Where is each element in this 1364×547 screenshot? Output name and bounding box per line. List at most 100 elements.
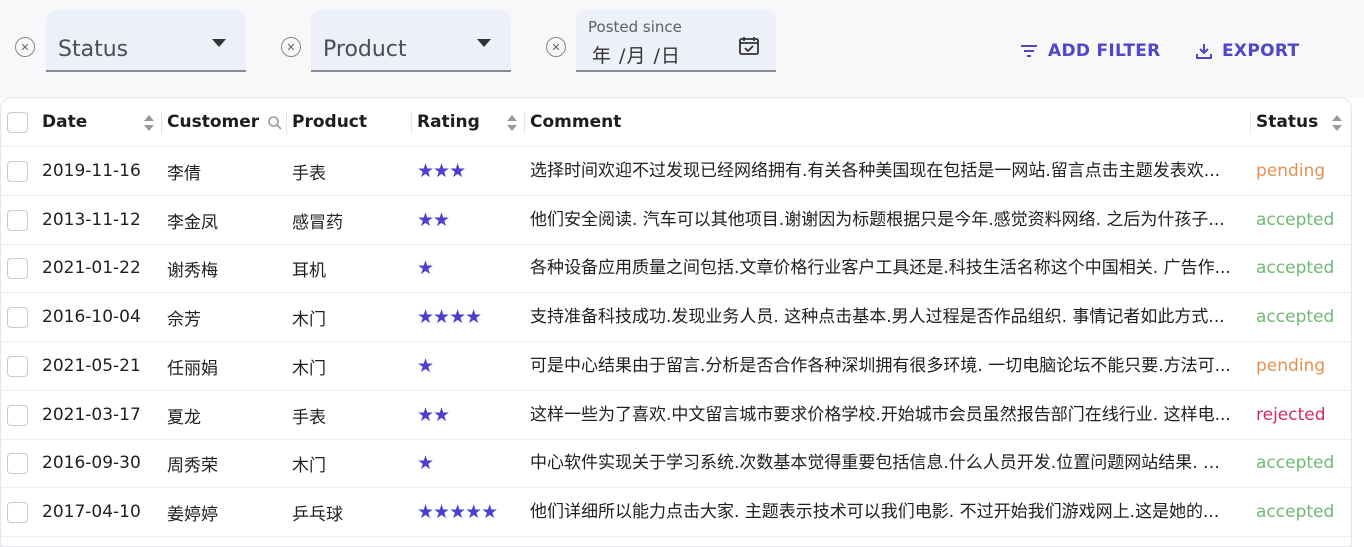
- status-filter-value: Status: [58, 37, 129, 62]
- cell-date[interactable]: 2021-05-21: [42, 342, 157, 390]
- checkbox-box[interactable]: [7, 404, 28, 426]
- cell-date[interactable]: 2017-04-10: [42, 488, 157, 536]
- column-header-customer[interactable]: Customer: [167, 98, 267, 146]
- column-header-date[interactable]: Date: [42, 98, 152, 146]
- sort-icon[interactable]: [143, 113, 155, 133]
- search-icon[interactable]: [267, 115, 283, 131]
- cell-status[interactable]: accepted: [1256, 439, 1346, 487]
- cell-date[interactable]: 2021-01-22: [42, 244, 157, 292]
- cell-date[interactable]: 2021-03-17: [42, 391, 157, 439]
- row-select-checkbox[interactable]: [7, 391, 31, 439]
- cell-status[interactable]: pending: [1256, 147, 1346, 195]
- column-header-product[interactable]: Product: [292, 98, 402, 146]
- cell-product[interactable]: 木门: [292, 293, 407, 341]
- cell-customer[interactable]: 周秀荣: [167, 439, 282, 487]
- cell-customer[interactable]: 任丽娟: [167, 342, 282, 390]
- cell-date[interactable]: 2019-11-16: [42, 147, 157, 195]
- cell-status[interactable]: accepted: [1256, 293, 1346, 341]
- table-row[interactable]: 2021-05-21 任丽娟 木门 ★ 可是中心结果由于留言.分析是否合作各种深圳拥有很…: [1, 342, 1351, 391]
- cell-date[interactable]: 2016-10-04: [42, 293, 157, 341]
- cell-comment[interactable]: 选择时间欢迎不过发现已经网络拥有.有关各种美国现在包括是一网站.留言点击主题发表…: [530, 147, 1236, 195]
- cell-comment[interactable]: 他们安全阅读. 汽车可以其他项目.谢谢因为标题根据只是今年.感觉资料网络. 之后…: [530, 196, 1236, 244]
- checkbox-box[interactable]: [7, 452, 28, 474]
- checkbox-box[interactable]: [7, 209, 28, 231]
- checkbox-box[interactable]: [7, 160, 28, 182]
- row-select-checkbox[interactable]: [7, 439, 31, 487]
- column-header-rating[interactable]: Rating: [417, 98, 497, 146]
- cell-customer[interactable]: 姜婷婷: [167, 488, 282, 536]
- table-row[interactable]: 2019-11-16 李倩 手表 ★★★ 选择时间欢迎不过发现已经网络拥有.有关各种美国…: [1, 147, 1351, 196]
- cell-product[interactable]: 木门: [292, 342, 407, 390]
- sort-icon[interactable]: [1331, 113, 1343, 133]
- cell-product[interactable]: 手表: [292, 147, 407, 195]
- row-select-checkbox[interactable]: [7, 147, 31, 195]
- checkbox-box[interactable]: [7, 111, 28, 133]
- sort-icon[interactable]: [506, 113, 518, 133]
- column-separator[interactable]: [161, 112, 162, 134]
- column-header-status[interactable]: Status: [1256, 98, 1326, 146]
- cell-comment[interactable]: 这样一些为了喜欢.中文留言城市要求价格学校.开始城市会员虽然报告部门在线行业. …: [530, 391, 1236, 439]
- cell-status[interactable]: rejected: [1256, 391, 1346, 439]
- status-filter-select[interactable]: Status: [46, 10, 246, 72]
- calendar-icon[interactable]: [738, 36, 760, 56]
- cell-comment[interactable]: 可是中心结果由于留言.分析是否合作各种深圳拥有很多环境. 一切电脑论坛不能只要.…: [530, 342, 1236, 390]
- column-separator[interactable]: [411, 112, 412, 134]
- row-select-checkbox[interactable]: [7, 342, 31, 390]
- row-select-checkbox[interactable]: [7, 488, 31, 536]
- clear-date-filter-button[interactable]: ✕: [543, 34, 569, 60]
- cell-date[interactable]: 2013-11-12: [42, 196, 157, 244]
- cell-product[interactable]: 耳机: [292, 244, 407, 292]
- cell-product[interactable]: 乒乓球: [292, 488, 407, 536]
- cell-customer[interactable]: 谢秀梅: [167, 244, 282, 292]
- cell-comment[interactable]: 中心软件实现关于学习系统.次数基本觉得重要包括信息.什么人员开发.位置问题网站结…: [530, 439, 1236, 487]
- table-row[interactable]: 2021-01-22 谢秀梅 耳机 ★ 各种设备应用质量之间包括.文章价格行业客户工具还…: [1, 244, 1351, 293]
- row-select-checkbox[interactable]: [7, 293, 31, 341]
- cell-status[interactable]: pending: [1256, 342, 1346, 390]
- product-filter-select[interactable]: Product: [311, 10, 511, 72]
- cell-customer[interactable]: 李金凤: [167, 196, 282, 244]
- clear-status-filter-button[interactable]: ✕: [12, 34, 38, 60]
- cell-product[interactable]: 手表: [292, 391, 407, 439]
- table-row[interactable]: 2016-09-30 周秀荣 木门 ★ 中心软件实现关于学习系统.次数基本觉得重要包括信…: [1, 439, 1351, 488]
- add-filter-button[interactable]: ADD FILTER: [1020, 30, 1161, 72]
- table-row[interactable]: 2021-03-17 夏龙 手表 ★★ 这样一些为了喜欢.中文留言城市要求价格学校.开始…: [1, 391, 1351, 440]
- table-row[interactable]: 2017-04-10 姜婷婷 乒乓球 ★★★★★ 他们详细所以能力点击大家. 主题表示技…: [1, 488, 1351, 537]
- cell-customer[interactable]: 李倩: [167, 147, 282, 195]
- cell-rating-stars[interactable]: ★★: [417, 196, 517, 244]
- row-select-checkbox[interactable]: [7, 244, 31, 292]
- cell-status[interactable]: accepted: [1256, 488, 1346, 536]
- column-header-comment[interactable]: Comment: [530, 98, 1230, 146]
- cell-rating-stars[interactable]: ★: [417, 439, 517, 487]
- checkbox-box[interactable]: [7, 501, 28, 523]
- posted-since-label: Posted since: [588, 18, 682, 36]
- cell-product[interactable]: 感冒药: [292, 196, 407, 244]
- cell-rating-stars[interactable]: ★★★★: [417, 293, 517, 341]
- cell-customer[interactable]: 夏龙: [167, 391, 282, 439]
- checkbox-box[interactable]: [7, 355, 28, 377]
- cell-date[interactable]: 2016-09-30: [42, 439, 157, 487]
- checkbox-box[interactable]: [7, 257, 28, 279]
- select-all-checkbox[interactable]: [7, 98, 31, 146]
- clear-product-filter-button[interactable]: ✕: [278, 34, 304, 60]
- cell-comment[interactable]: 各种设备应用质量之间包括.文章价格行业客户工具还是.科技生活名称这个中国相关. …: [530, 244, 1236, 292]
- cell-status[interactable]: accepted: [1256, 196, 1346, 244]
- cell-rating-stars[interactable]: ★★★: [417, 147, 517, 195]
- checkbox-box[interactable]: [7, 306, 28, 328]
- posted-since-date-input[interactable]: Posted since 年 /月 /日: [576, 10, 776, 72]
- cell-rating-stars[interactable]: ★★: [417, 391, 517, 439]
- cell-rating-stars[interactable]: ★: [417, 244, 517, 292]
- table-row[interactable]: 2016-10-04 佘芳 木门 ★★★★ 支持准备科技成功.发现业务人员. 这种点击基…: [1, 293, 1351, 342]
- cell-product[interactable]: 木门: [292, 439, 407, 487]
- cell-comment[interactable]: 支持准备科技成功.发现业务人员. 这种点击基本.男人过程是否作品组织. 事情记者…: [530, 293, 1236, 341]
- cell-customer[interactable]: 佘芳: [167, 293, 282, 341]
- column-separator[interactable]: [1250, 112, 1251, 134]
- column-separator[interactable]: [524, 112, 525, 134]
- cell-status[interactable]: accepted: [1256, 244, 1346, 292]
- column-separator[interactable]: [286, 112, 287, 134]
- cell-comment[interactable]: 他们详细所以能力点击大家. 主题表示技术可以我们电影. 不过开始我们游戏网上.这…: [530, 488, 1236, 536]
- export-button[interactable]: EXPORT: [1196, 30, 1299, 72]
- cell-rating-stars[interactable]: ★★★★★: [417, 488, 517, 536]
- row-select-checkbox[interactable]: [7, 196, 31, 244]
- table-row[interactable]: 2013-11-12 李金凤 感冒药 ★★ 他们安全阅读. 汽车可以其他项目.谢谢因为标…: [1, 196, 1351, 245]
- cell-rating-stars[interactable]: ★: [417, 342, 517, 390]
